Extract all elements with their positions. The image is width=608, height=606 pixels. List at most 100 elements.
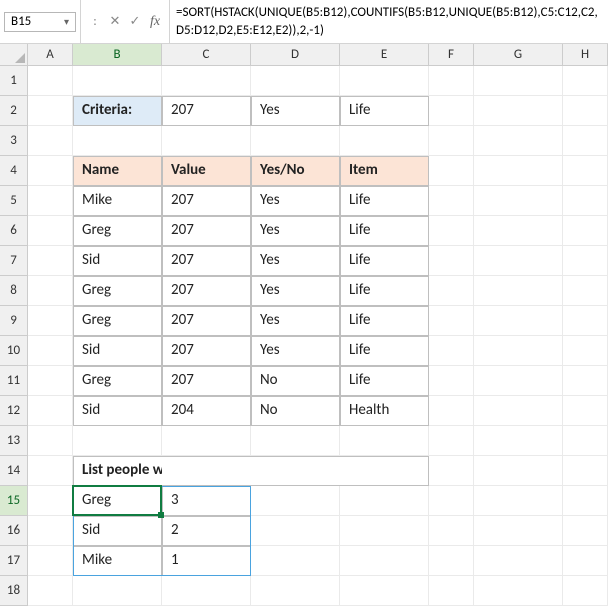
table-cell[interactable]: Life xyxy=(340,306,429,336)
select-all-corner[interactable] xyxy=(0,44,28,66)
col-header-B[interactable]: B xyxy=(73,44,162,66)
criteria-value-c[interactable]: 207 xyxy=(162,96,251,126)
cancel-icon[interactable]: ✕ xyxy=(105,0,125,43)
row-header-16[interactable]: 16 xyxy=(0,516,28,546)
cell-H7[interactable] xyxy=(563,246,608,276)
cell-A18[interactable] xyxy=(28,576,73,606)
cell-F5[interactable] xyxy=(429,186,474,216)
table-cell[interactable]: Sid xyxy=(73,396,162,426)
cell-H13[interactable] xyxy=(563,426,608,456)
cell-F4[interactable] xyxy=(429,156,474,186)
cell-F10[interactable] xyxy=(429,336,474,366)
table-cell[interactable]: Yes xyxy=(251,186,340,216)
table-cell[interactable]: Life xyxy=(340,336,429,366)
table-cell[interactable]: Life xyxy=(340,276,429,306)
cell-F9[interactable] xyxy=(429,306,474,336)
table-header-name[interactable]: Name xyxy=(73,156,162,186)
cell-F6[interactable] xyxy=(429,216,474,246)
cell-F18[interactable] xyxy=(429,576,474,606)
cell-H9[interactable] xyxy=(563,306,608,336)
table-cell[interactable]: Yes xyxy=(251,216,340,246)
table-cell[interactable]: Greg xyxy=(73,216,162,246)
cell-G5[interactable] xyxy=(474,186,563,216)
result-count[interactable]: 1 xyxy=(162,546,251,576)
cell-A8[interactable] xyxy=(28,276,73,306)
cell-A9[interactable] xyxy=(28,306,73,336)
cell-A5[interactable] xyxy=(28,186,73,216)
col-header-A[interactable]: A xyxy=(28,44,73,66)
table-cell[interactable]: Mike xyxy=(73,186,162,216)
row-header-17[interactable]: 17 xyxy=(0,546,28,576)
cell-H18[interactable] xyxy=(563,576,608,606)
cell-D17[interactable] xyxy=(251,546,340,576)
row-header-15[interactable]: 15 xyxy=(0,486,28,516)
cell-H14[interactable] xyxy=(563,456,608,486)
cell-G17[interactable] xyxy=(474,546,563,576)
cell-A3[interactable] xyxy=(28,126,73,156)
cell-G10[interactable] xyxy=(474,336,563,366)
row-header-13[interactable]: 13 xyxy=(0,426,28,456)
cell-G8[interactable] xyxy=(474,276,563,306)
cell-A7[interactable] xyxy=(28,246,73,276)
cell-H4[interactable] xyxy=(563,156,608,186)
row-header-11[interactable]: 11 xyxy=(0,366,28,396)
cell-D1[interactable] xyxy=(251,66,340,96)
table-cell[interactable]: 207 xyxy=(162,246,251,276)
cell-G11[interactable] xyxy=(474,366,563,396)
table-cell[interactable]: Life xyxy=(340,186,429,216)
table-cell[interactable]: No xyxy=(251,366,340,396)
cell-G3[interactable] xyxy=(474,126,563,156)
result-count[interactable]: 2 xyxy=(162,516,251,546)
cell-A11[interactable] xyxy=(28,366,73,396)
col-header-D[interactable]: D xyxy=(251,44,340,66)
cell-D3[interactable] xyxy=(251,126,340,156)
table-header-yesno[interactable]: Yes/No xyxy=(251,156,340,186)
cell-H11[interactable] xyxy=(563,366,608,396)
row-header-5[interactable]: 5 xyxy=(0,186,28,216)
col-header-H[interactable]: H xyxy=(563,44,608,66)
name-box[interactable]: B15 ▾ xyxy=(4,12,76,32)
cell-C1[interactable] xyxy=(162,66,251,96)
cell-H15[interactable] xyxy=(563,486,608,516)
table-cell[interactable]: 204 xyxy=(162,396,251,426)
cell-A16[interactable] xyxy=(28,516,73,546)
cell-A10[interactable] xyxy=(28,336,73,366)
cell-A6[interactable] xyxy=(28,216,73,246)
cell-G16[interactable] xyxy=(474,516,563,546)
cell-A17[interactable] xyxy=(28,546,73,576)
row-header-9[interactable]: 9 xyxy=(0,306,28,336)
cell-G1[interactable] xyxy=(474,66,563,96)
row-header-12[interactable]: 12 xyxy=(0,396,28,426)
cell-G2[interactable] xyxy=(474,96,563,126)
cell-B1[interactable] xyxy=(73,66,162,96)
cell-G14[interactable] xyxy=(474,456,563,486)
cell-B18[interactable] xyxy=(73,576,162,606)
cell-F16[interactable] xyxy=(429,516,474,546)
result-count[interactable]: 3 xyxy=(162,486,251,516)
cell-F17[interactable] xyxy=(429,546,474,576)
table-cell[interactable]: Life xyxy=(340,366,429,396)
table-cell[interactable]: Health xyxy=(340,396,429,426)
table-cell[interactable]: Sid xyxy=(73,246,162,276)
row-header-10[interactable]: 10 xyxy=(0,336,28,366)
table-cell[interactable]: 207 xyxy=(162,276,251,306)
row-header-2[interactable]: 2 xyxy=(0,96,28,126)
cell-F7[interactable] xyxy=(429,246,474,276)
cell-E16[interactable] xyxy=(340,516,429,546)
table-cell[interactable]: 207 xyxy=(162,366,251,396)
cell-H17[interactable] xyxy=(563,546,608,576)
row-header-8[interactable]: 8 xyxy=(0,276,28,306)
row-header-4[interactable]: 4 xyxy=(0,156,28,186)
cell-F3[interactable] xyxy=(429,126,474,156)
result-name[interactable]: Greg xyxy=(73,486,162,516)
cell-F13[interactable] xyxy=(429,426,474,456)
cell-A12[interactable] xyxy=(28,396,73,426)
confirm-icon[interactable]: ✓ xyxy=(125,0,145,43)
table-cell[interactable]: Yes xyxy=(251,306,340,336)
cell-C13[interactable] xyxy=(162,426,251,456)
cell-B3[interactable] xyxy=(73,126,162,156)
cell-C3[interactable] xyxy=(162,126,251,156)
cell-A1[interactable] xyxy=(28,66,73,96)
cell-A2[interactable] xyxy=(28,96,73,126)
cell-C18[interactable] xyxy=(162,576,251,606)
